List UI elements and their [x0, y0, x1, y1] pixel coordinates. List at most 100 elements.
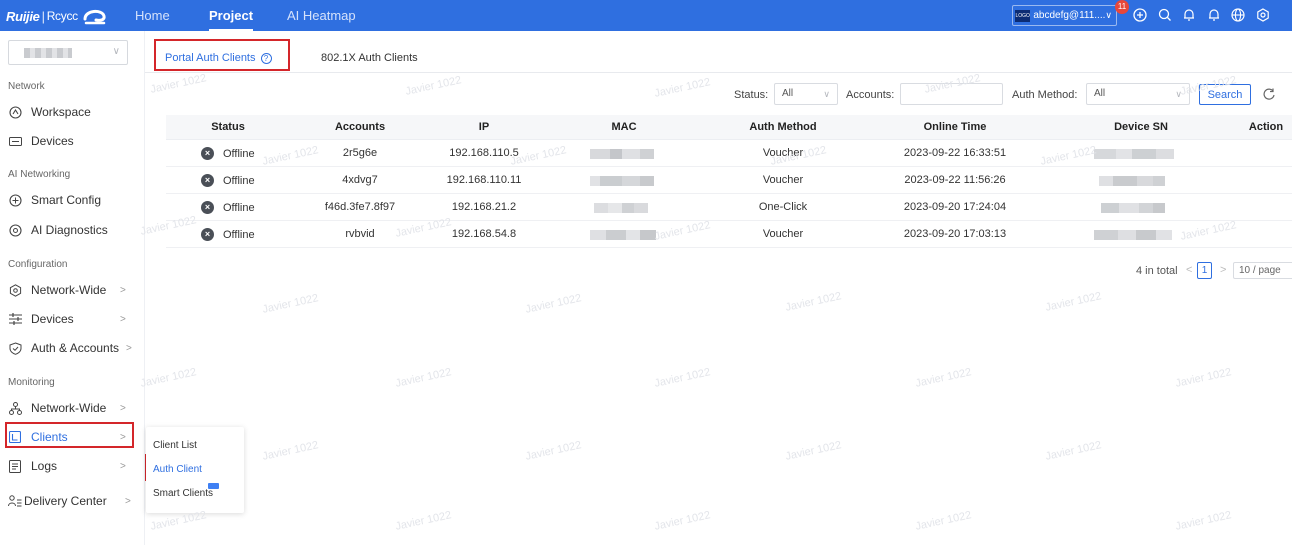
column-header-device-sn: Device SN [1114, 121, 1168, 133]
submenu-auth-client[interactable]: Auth Client [153, 464, 202, 475]
status-cell: × Offline [201, 228, 255, 241]
sidebar-item-label: AI Diagnostics [31, 223, 108, 237]
submenu-client-list[interactable]: Client List [153, 440, 197, 451]
bell-icon[interactable] [1180, 6, 1198, 24]
tab-portal-auth-clients[interactable]: Portal Auth Clients? [165, 52, 272, 64]
column-header-accounts: Accounts [334, 121, 386, 133]
sidebar-item-label: Workspace [31, 105, 91, 119]
watermark: Javier 1022 [139, 366, 198, 390]
auth-method-cell: Voucher [762, 147, 804, 159]
topology-icon [8, 401, 22, 415]
chevron-down-icon: ∨ [1105, 10, 1112, 20]
page-size-select[interactable]: 10 / page [1233, 262, 1292, 279]
status-cell: × Offline [201, 147, 255, 160]
sidebar-item-workspace[interactable]: Workspace [8, 101, 91, 123]
sidebar-item-label: Devices [31, 312, 74, 326]
pagination-next-button[interactable]: > [1220, 264, 1226, 276]
help-icon[interactable]: ? [260, 53, 272, 64]
offline-status-icon: × [201, 228, 214, 241]
sidebar-item-label: Smart Config [31, 193, 102, 207]
watermark: Javier 1022 [524, 439, 583, 463]
account-dropdown[interactable]: LOGO abcdefg@111.... ∨ [1012, 5, 1117, 26]
status-cell: × Offline [201, 201, 255, 214]
watermark: Javier 1022 [914, 366, 973, 390]
watermark: Javier 1022 [1174, 366, 1233, 390]
section-ai-networking: AI Networking [8, 169, 71, 180]
notification-badge: 11 [1115, 0, 1129, 14]
mac-cell-blurred [590, 176, 654, 186]
device-sn-cell-blurred [1101, 203, 1165, 213]
search-icon[interactable] [1156, 6, 1174, 24]
sidebar-item-config-devices[interactable]: Devices > [8, 308, 126, 330]
tab-divider [145, 72, 1292, 73]
search-button[interactable]: Search [1199, 84, 1251, 105]
device-sn-cell-blurred [1094, 230, 1172, 240]
table-row[interactable]: × Offline 2r5g6e 192.168.110.5 Voucher 20… [166, 140, 1292, 167]
pagination-prev-button[interactable]: < [1186, 264, 1192, 276]
auth-method-filter-label: Auth Method: [1012, 89, 1078, 101]
online-time-cell: 2023-09-22 11:56:26 [904, 174, 1006, 186]
sidebar-item-smart-config[interactable]: Smart Config [8, 189, 101, 211]
table-row[interactable]: × Offline f46d.3fe7.8f97 192.168.21.2 One… [166, 194, 1292, 221]
sidebar-item-label: Logs [31, 459, 58, 473]
column-header-action: Action [1248, 121, 1284, 133]
brand-logo[interactable]: Ruijie | Rcycc [6, 4, 108, 28]
device-sn-cell-blurred [1094, 149, 1174, 159]
chevron-down-icon: ∨ [112, 46, 120, 57]
sidebar-item-ai-diagnostics[interactable]: AI Diagnostics [8, 219, 108, 241]
submenu-smart-clients[interactable]: Smart Clients [153, 488, 213, 499]
watermark: Javier 1022 [653, 509, 712, 533]
nav-project[interactable]: Project [209, 0, 254, 31]
sidebar-item-label: Devices [31, 134, 74, 148]
table-row[interactable]: × Offline rvbvid 192.168.54.8 Voucher 202… [166, 221, 1292, 248]
device-icon [8, 134, 22, 148]
chevron-right-icon: > [120, 460, 126, 472]
alert-bell-icon[interactable] [1205, 6, 1223, 24]
watermark: Javier 1022 [261, 292, 320, 316]
sidebar-item-auth-accounts[interactable]: Auth & Accounts > [8, 337, 132, 359]
column-header-ip: IP [478, 121, 490, 133]
ai-diagnostics-icon [8, 223, 22, 237]
nav-ai-heatmap[interactable]: AI Heatmap [287, 0, 356, 31]
watermark: Javier 1022 [914, 509, 973, 533]
mac-cell-blurred [590, 230, 656, 240]
sidebar-item-monitoring-network-wide[interactable]: Network-Wide > [8, 397, 126, 419]
column-header-auth-method: Auth Method [749, 121, 817, 133]
logs-icon [8, 459, 22, 473]
account-cell: rvbvid [345, 228, 375, 240]
accounts-filter-input[interactable] [900, 83, 1003, 105]
chevron-down-icon: ∨ [1175, 89, 1182, 99]
add-circle-icon[interactable] [1131, 6, 1149, 24]
settings-gear-icon[interactable] [1254, 6, 1272, 24]
watermark: Javier 1022 [394, 509, 453, 533]
status-filter-select[interactable]: All ∨ [774, 83, 838, 105]
column-header-mac: MAC [611, 121, 637, 133]
chevron-right-icon: > [120, 313, 126, 325]
watermark: Javier 1022 [261, 439, 320, 463]
refresh-icon[interactable] [1262, 87, 1276, 101]
highlight-clients [5, 422, 134, 448]
pagination-total: 4 in total [1136, 265, 1178, 277]
column-header-online-time: Online Time [923, 121, 987, 133]
sidebar: ∨ Network Workspace Devices AI Networkin… [0, 31, 145, 545]
sidebar-item-delivery-center[interactable]: Delivery Center > [8, 490, 131, 512]
site-select[interactable]: ∨ [8, 40, 128, 65]
sidebar-item-label: Delivery Center [24, 494, 107, 508]
sidebar-item-label: Network-Wide [31, 401, 107, 415]
globe-icon[interactable] [1229, 6, 1247, 24]
sidebar-item-network-wide[interactable]: Network-Wide > [8, 279, 126, 301]
sidebar-item-devices[interactable]: Devices [8, 130, 74, 152]
table-row[interactable]: × Offline 4xdvg7 192.168.110.11 Voucher 2… [166, 167, 1292, 194]
auth-method-cell: Voucher [762, 174, 804, 186]
ip-cell: 192.168.110.11 [446, 174, 522, 186]
tab-8021x-auth-clients[interactable]: 802.1X Auth Clients [321, 52, 418, 64]
ip-cell: 192.168.21.2 [451, 201, 517, 213]
watermark: Javier 1022 [1044, 290, 1103, 314]
new-badge [208, 483, 219, 489]
watermark: Javier 1022 [784, 439, 843, 463]
nav-home[interactable]: Home [135, 0, 170, 31]
section-network: Network [8, 81, 45, 92]
sidebar-item-logs[interactable]: Logs > [8, 455, 126, 477]
auth-method-filter-select[interactable]: All ∨ [1086, 83, 1190, 105]
pagination-page-1[interactable]: 1 [1197, 262, 1212, 279]
